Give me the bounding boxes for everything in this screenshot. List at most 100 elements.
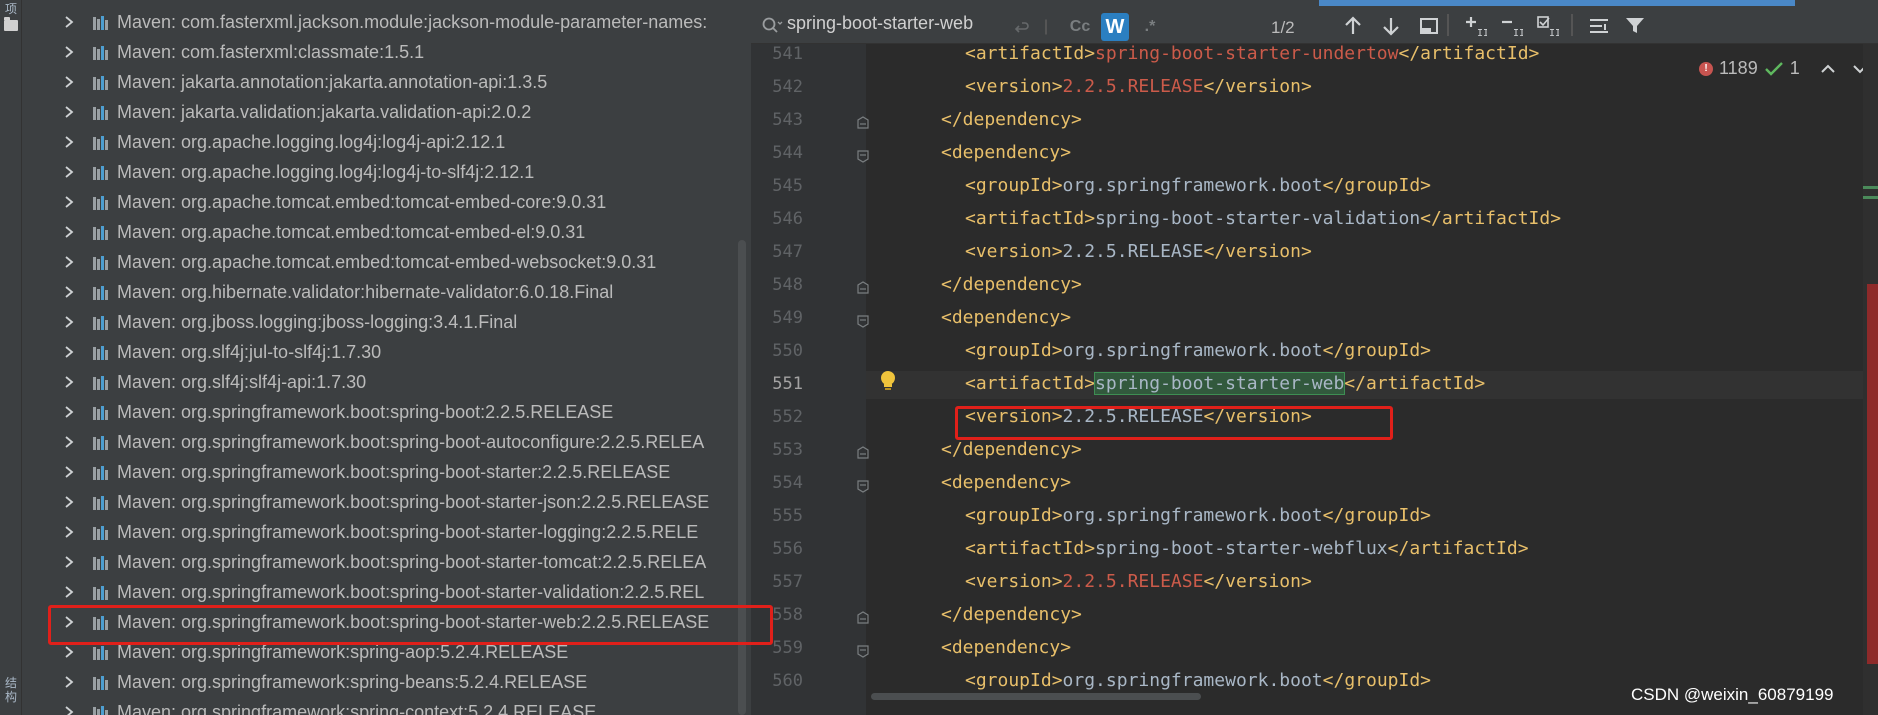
remove-occurrence-icon[interactable]: II xyxy=(1499,14,1523,38)
select-all-occurrences-icon[interactable] xyxy=(1417,14,1441,38)
replace-history-icon[interactable] xyxy=(1009,14,1035,40)
code-line[interactable]: <groupId>org.springframework.boot</group… xyxy=(965,340,1431,362)
chevron-right-icon[interactable] xyxy=(62,315,76,329)
code-line[interactable]: </dependency> xyxy=(941,274,1082,296)
code-line[interactable]: <dependency> xyxy=(941,637,1071,659)
code-line[interactable]: <version>2.2.5.RELEASE</version> xyxy=(965,571,1312,593)
tree-item[interactable]: Maven: org.jboss.logging:jboss-logging:3… xyxy=(22,307,751,337)
chevron-right-icon[interactable] xyxy=(62,465,76,479)
regex-button[interactable]: .* xyxy=(1135,14,1165,40)
tree-item[interactable]: Maven: org.springframework.boot:spring-b… xyxy=(22,577,751,607)
chevron-right-icon[interactable] xyxy=(62,375,76,389)
chevron-right-icon[interactable] xyxy=(62,525,76,539)
tree-item[interactable]: Maven: com.fasterxml.jackson.module:jack… xyxy=(22,7,751,37)
chevron-right-icon[interactable] xyxy=(62,645,76,659)
chevron-right-icon[interactable] xyxy=(62,435,76,449)
horizontal-scrollbar[interactable] xyxy=(871,693,1201,700)
error-stripe[interactable] xyxy=(1863,44,1878,715)
tree-scrollbar[interactable] xyxy=(738,240,746,715)
chevron-right-icon[interactable] xyxy=(62,135,76,149)
code-line[interactable]: </dependency> xyxy=(941,439,1082,461)
toggle-occurrence-icon[interactable]: II xyxy=(1535,14,1559,38)
search-icon[interactable] xyxy=(761,16,783,34)
fold-icon[interactable] xyxy=(856,149,870,163)
chevron-right-icon[interactable] xyxy=(62,255,76,269)
fold-icon[interactable] xyxy=(856,446,870,460)
tree-item[interactable]: Maven: org.springframework.boot:spring-b… xyxy=(22,487,751,517)
lightbulb-icon[interactable] xyxy=(879,370,897,392)
arrow-up-icon[interactable] xyxy=(1341,14,1365,38)
code-line[interactable]: </dependency> xyxy=(941,604,1082,626)
fold-icon[interactable] xyxy=(856,281,870,295)
find-input[interactable] xyxy=(787,12,987,34)
tree-item[interactable]: Maven: org.springframework.boot:spring-b… xyxy=(22,397,751,427)
code-line[interactable]: <dependency> xyxy=(941,307,1071,329)
chevron-right-icon[interactable] xyxy=(62,45,76,59)
chevron-right-icon[interactable] xyxy=(62,105,76,119)
add-occurrence-icon[interactable]: II xyxy=(1463,14,1487,38)
code-line[interactable]: <groupId>org.springframework.boot</group… xyxy=(965,175,1431,197)
tree-item[interactable]: Maven: com.fasterxml:classmate:1.5.1 xyxy=(22,37,751,67)
tree-item[interactable]: Maven: org.springframework:spring-contex… xyxy=(22,697,751,715)
code-line[interactable]: <dependency> xyxy=(941,142,1071,164)
chevron-right-icon[interactable] xyxy=(62,285,76,299)
multiline-icon[interactable] xyxy=(1587,14,1611,38)
chevron-right-icon[interactable] xyxy=(62,705,76,715)
tree-item[interactable]: Maven: org.springframework:spring-beans:… xyxy=(22,667,751,697)
chevron-right-icon[interactable] xyxy=(62,345,76,359)
tree-item[interactable]: Maven: jakarta.validation:jakarta.valida… xyxy=(22,97,751,127)
fold-icon[interactable] xyxy=(856,479,870,493)
chevron-right-icon[interactable] xyxy=(62,195,76,209)
chevron-right-icon[interactable] xyxy=(62,585,76,599)
code-line[interactable]: <dependency> xyxy=(941,472,1071,494)
fold-icon[interactable] xyxy=(856,644,870,658)
tree-item[interactable]: Maven: org.springframework.boot:spring-b… xyxy=(22,457,751,487)
code-line[interactable]: <groupId>org.springframework.boot</group… xyxy=(965,670,1431,692)
tree-item[interactable]: Maven: org.hibernate.validator:hibernate… xyxy=(22,277,751,307)
chevron-right-icon[interactable] xyxy=(62,165,76,179)
chevron-right-icon[interactable] xyxy=(62,15,76,29)
tree-item[interactable]: Maven: jakarta.annotation:jakarta.annota… xyxy=(22,67,751,97)
tree-item[interactable]: Maven: org.springframework:spring-aop:5.… xyxy=(22,637,751,667)
chevron-right-icon[interactable] xyxy=(62,495,76,509)
tree-item[interactable]: Maven: org.slf4j:jul-to-slf4j:1.7.30 xyxy=(22,337,751,367)
tree-item[interactable]: Maven: org.springframework.boot:spring-b… xyxy=(22,607,751,637)
tree-item[interactable]: Maven: org.springframework.boot:spring-b… xyxy=(22,547,751,577)
project-tool-tab[interactable]: 项 xyxy=(3,2,19,16)
chevron-right-icon[interactable] xyxy=(62,675,76,689)
chevron-right-icon[interactable] xyxy=(62,405,76,419)
fold-icon[interactable] xyxy=(856,611,870,625)
arrow-down-icon[interactable] xyxy=(1379,14,1403,38)
tree-item[interactable]: Maven: org.apache.logging.log4j:log4j-to… xyxy=(22,157,751,187)
structure-tool-tab[interactable]: 结构 xyxy=(3,676,19,704)
code-line[interactable]: <version>2.2.5.RELEASE</version> xyxy=(965,241,1312,263)
tree-item[interactable]: Maven: org.apache.tomcat.embed:tomcat-em… xyxy=(22,247,751,277)
chevron-right-icon[interactable] xyxy=(62,75,76,89)
chevron-up-icon[interactable] xyxy=(1820,63,1836,75)
fold-icon[interactable] xyxy=(856,116,870,130)
words-button[interactable]: W xyxy=(1101,13,1129,41)
chevron-right-icon[interactable] xyxy=(62,615,76,629)
chevron-right-icon[interactable] xyxy=(62,225,76,239)
code-line[interactable]: <version>2.2.5.RELEASE</version> xyxy=(965,76,1312,98)
tree-item[interactable]: Maven: org.apache.tomcat.embed:tomcat-em… xyxy=(22,217,751,247)
folder-icon[interactable] xyxy=(4,17,18,31)
code-line[interactable]: <artifactId>spring-boot-starter-webflux<… xyxy=(965,538,1529,560)
code-line[interactable]: <artifactId>spring-boot-starter-undertow… xyxy=(965,43,1539,65)
tree-item[interactable]: Maven: org.springframework.boot:spring-b… xyxy=(22,427,751,457)
match-case-button[interactable]: Cc xyxy=(1065,14,1095,40)
code-line[interactable]: <groupId>org.springframework.boot</group… xyxy=(965,505,1431,527)
tree-item[interactable]: Maven: org.slf4j:slf4j-api:1.7.30 xyxy=(22,367,751,397)
code-line[interactable]: <version>2.2.5.RELEASE</version> xyxy=(965,406,1312,428)
code-line[interactable]: <artifactId>spring-boot-starter-web</art… xyxy=(965,372,1485,395)
code-line[interactable]: </dependency> xyxy=(941,109,1082,131)
chevron-right-icon[interactable] xyxy=(62,555,76,569)
inspection-status[interactable]: ! 1189 1 xyxy=(1699,58,1868,79)
code-line[interactable]: <artifactId>spring-boot-starter-validati… xyxy=(965,208,1561,230)
tree-item[interactable]: Maven: org.springframework.boot:spring-b… xyxy=(22,517,751,547)
tree-item[interactable]: Maven: org.apache.logging.log4j:log4j-ap… xyxy=(22,127,751,157)
tree-item[interactable]: Maven: org.apache.tomcat.embed:tomcat-em… xyxy=(22,187,751,217)
editor-pane: | Cc W .* 1/2 II II II 541 542 543 544 545 54… xyxy=(751,0,1878,715)
fold-icon[interactable] xyxy=(856,314,870,328)
filter-icon[interactable] xyxy=(1623,14,1647,38)
